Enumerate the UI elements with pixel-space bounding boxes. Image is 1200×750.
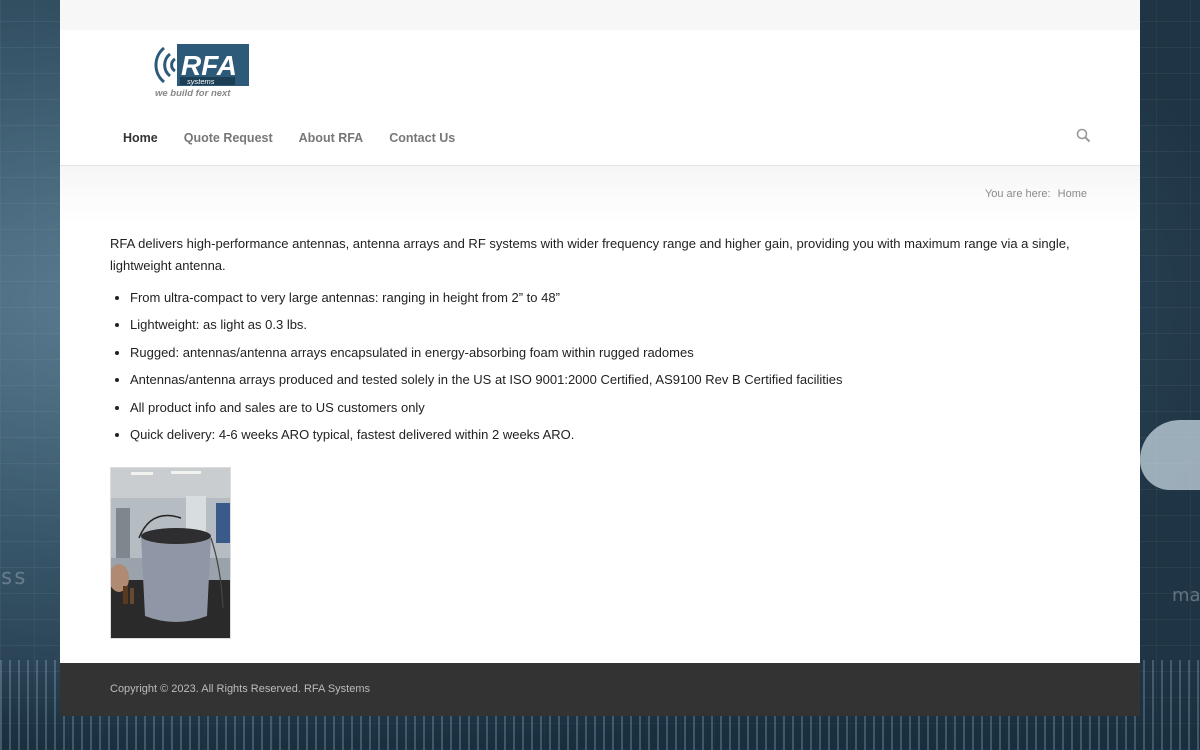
list-item: Lightweight: as light as 0.3 lbs. <box>130 317 1090 333</box>
breadcrumb-bar: You are here: Home <box>60 166 1140 223</box>
nav-item-home[interactable]: Home <box>123 131 158 145</box>
nav-item-about-rfa[interactable]: About RFA <box>299 131 364 145</box>
product-photo[interactable] <box>110 466 231 639</box>
site-footer: Copyright © 2023. All Rights Reserved. R… <box>60 663 1140 716</box>
list-item: Rugged: antennas/antenna arrays encapsul… <box>130 345 1090 361</box>
main-nav: Home Quote Request About RFA Contact Us <box>123 131 481 145</box>
background-text-left: ss <box>0 565 27 590</box>
breadcrumb-home-link[interactable]: Home <box>1058 188 1087 200</box>
nav-item-contact-us[interactable]: Contact Us <box>389 131 455 145</box>
page-container: RFA systems we build for next Home Quote… <box>60 0 1140 716</box>
breadcrumb: You are here: Home <box>985 188 1087 200</box>
list-item: From ultra-compact to very large antenna… <box>130 290 1090 306</box>
background-text-right: ma <box>1172 585 1200 606</box>
intro-paragraph: RFA delivers high-performance antennas, … <box>110 236 1070 273</box>
list-item: Quick delivery: 4-6 weeks ARO typical, f… <box>130 427 1090 443</box>
site-logo[interactable]: RFA systems we build for next <box>154 42 250 99</box>
breadcrumb-prefix: You are here: <box>984 188 1051 200</box>
main-content: RFA delivers high-performance antennas, … <box>60 223 1140 639</box>
site-header: RFA systems we build for next Home Quote… <box>60 30 1140 166</box>
top-bar <box>60 0 1140 30</box>
search-icon[interactable] <box>1076 128 1092 144</box>
list-item: Antennas/antenna arrays produced and tes… <box>130 372 1090 388</box>
rfa-logo-icon: RFA systems we build for next <box>154 44 249 99</box>
copyright-text: Copyright © 2023. All Rights Reserved. R… <box>110 683 370 695</box>
antenna-photo-image <box>111 467 230 638</box>
nav-item-quote-request[interactable]: Quote Request <box>184 131 273 145</box>
logo-subtext: systems <box>187 77 215 86</box>
list-item: All product info and sales are to US cus… <box>130 400 1090 416</box>
logo-tagline: we build for next <box>155 88 231 98</box>
feature-list: From ultra-compact to very large antenna… <box>130 290 1090 443</box>
